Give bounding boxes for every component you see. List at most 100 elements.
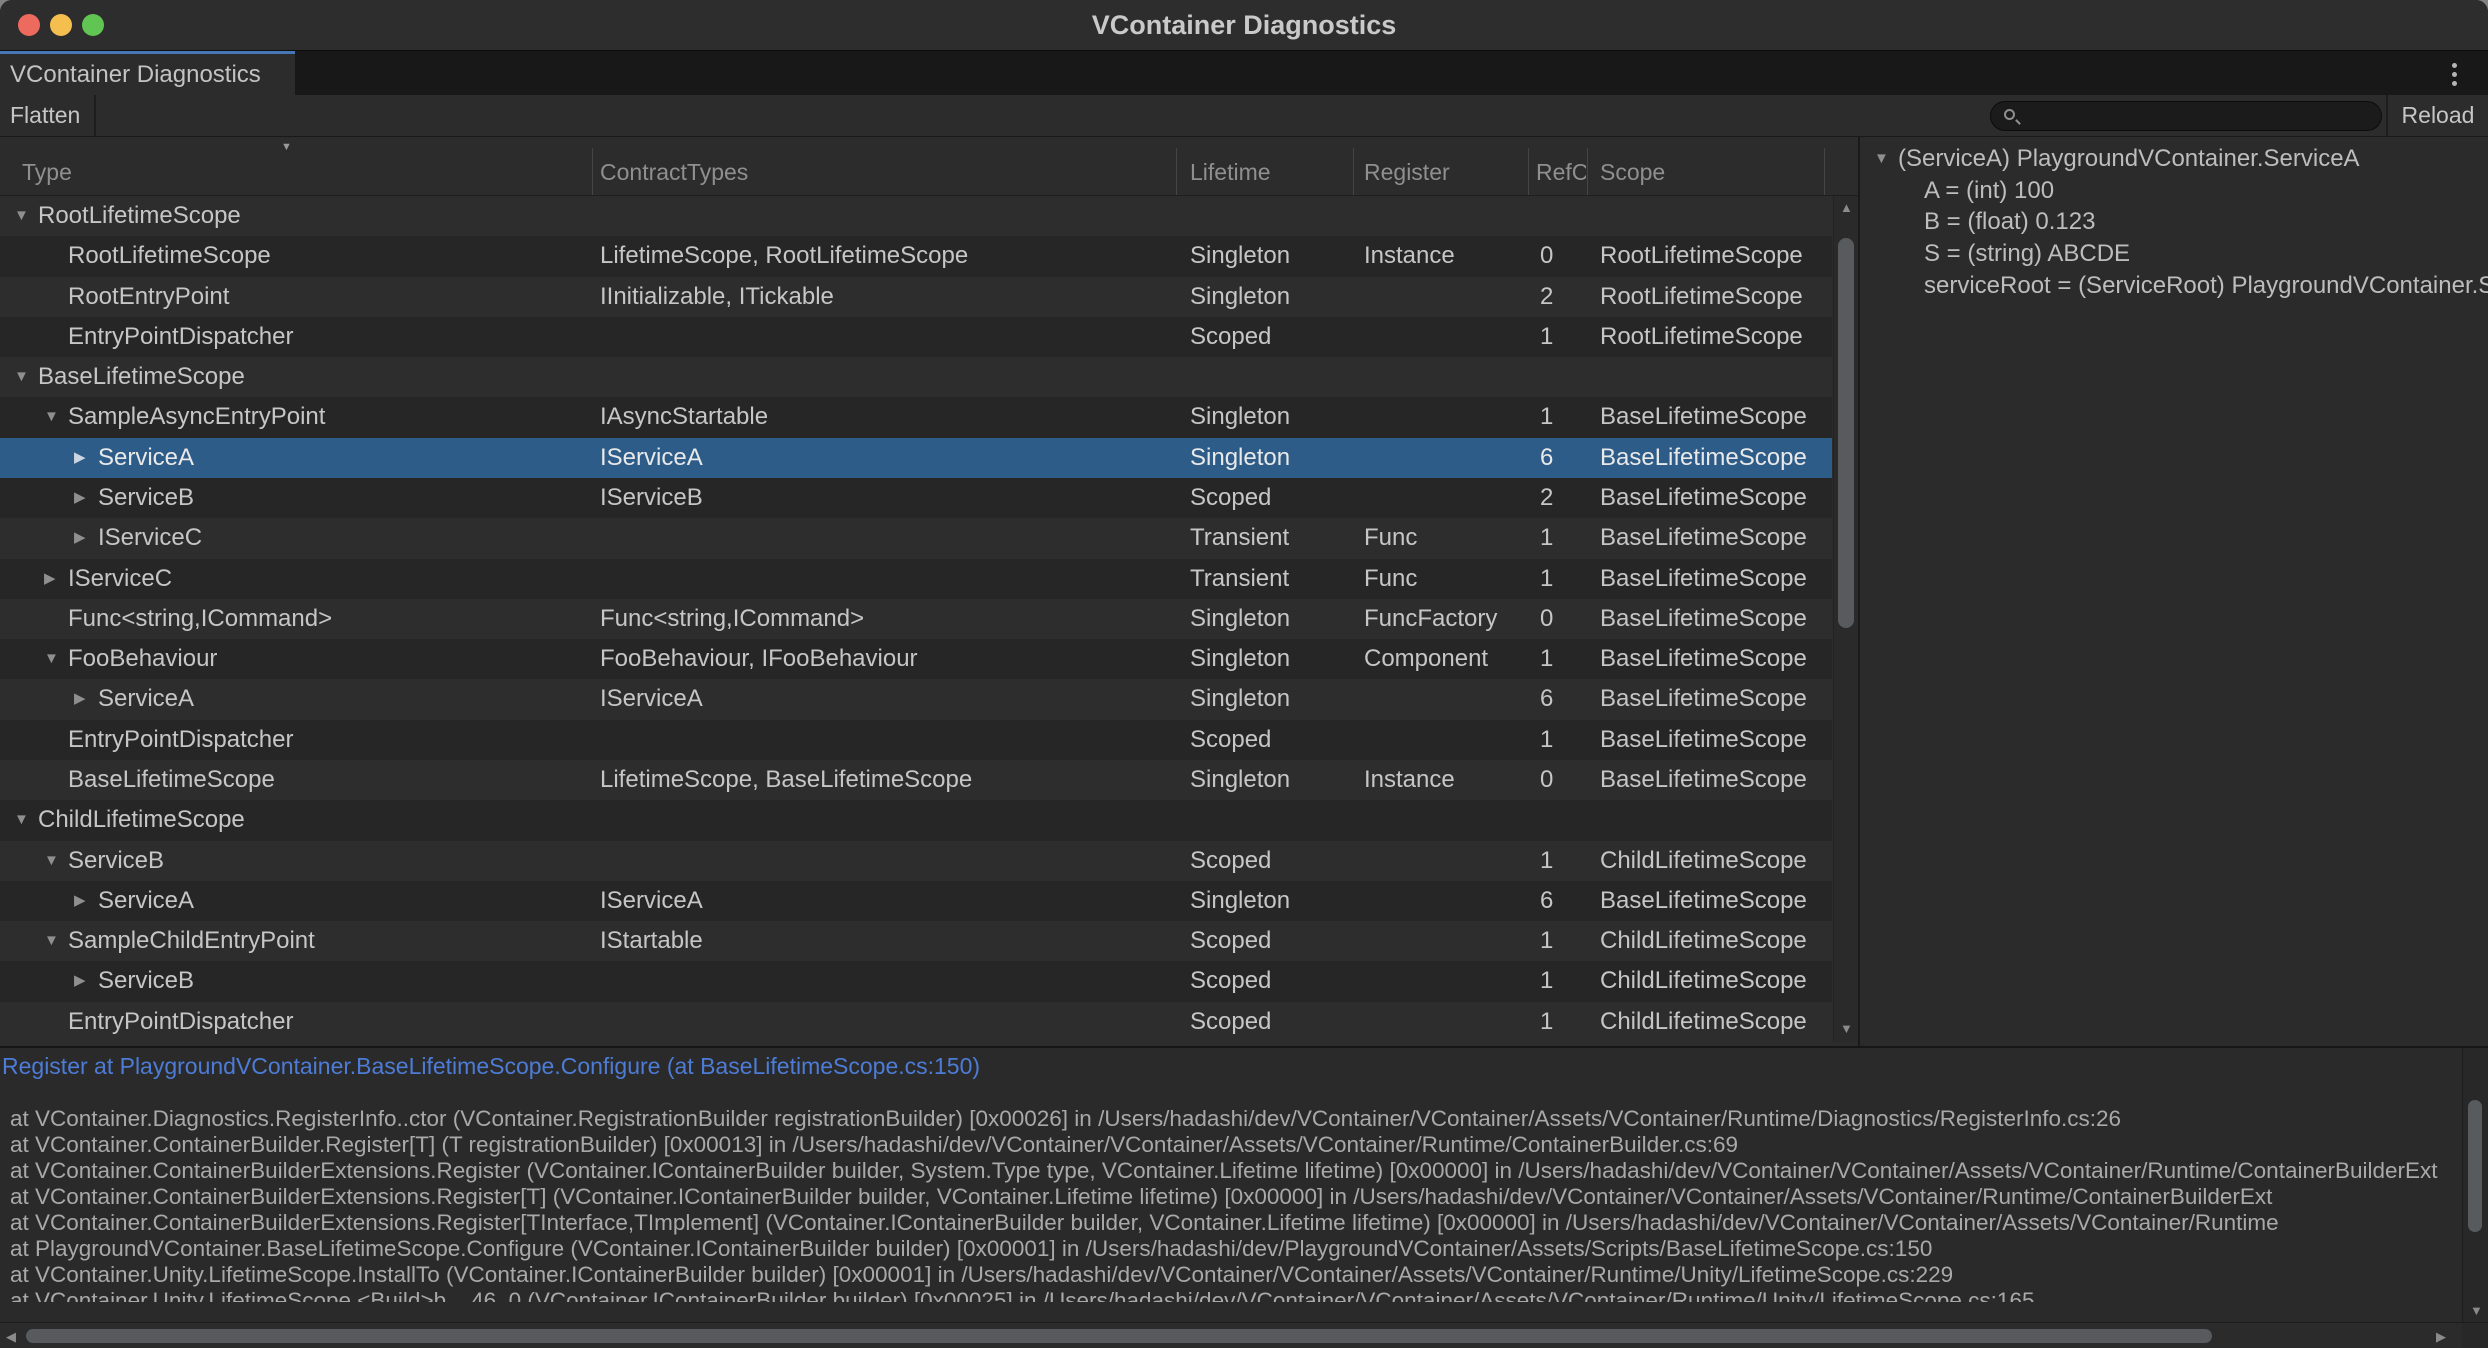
cell-scope: BaseLifetimeScope [1600,881,1830,921]
cell-scope [1600,196,1830,236]
cell-scope: BaseLifetimeScope [1600,397,1830,437]
foldout-closed-icon[interactable]: ▶ [74,679,86,719]
column-divider[interactable] [1528,148,1529,195]
tree-vertical-scrollbar[interactable]: ▲ ▼ [1833,196,1858,1042]
tree-row[interactable]: ▼FooBehaviourFooBehaviour, IFooBehaviour… [0,639,1832,679]
tree-row[interactable]: ▼ServiceBScoped1ChildLifetimeScope [0,841,1832,881]
more-menu-icon[interactable] [2444,60,2464,88]
tree-row[interactable]: RootEntryPointIInitializable, ITickableS… [0,277,1832,317]
search-field[interactable] [1990,101,2382,131]
column-header-refcount[interactable]: RefCount [1536,159,1586,186]
foldout-closed-icon[interactable]: ▶ [74,881,86,921]
cell-refcount: 1 [1540,961,1586,1001]
cell-type: ServiceB [68,841,592,881]
foldout-open-icon[interactable]: ▼ [14,800,29,840]
foldout-closed-icon[interactable]: ▶ [44,559,56,599]
cell-contracts [600,800,1174,840]
stacktrace-line: at VContainer.Unity.LifetimeScope.<Build… [10,1288,2458,1302]
cell-type: ChildLifetimeScope [38,800,592,840]
tree-row[interactable]: ▼SampleChildEntryPointIStartableScoped1C… [0,921,1832,961]
scroll-left-icon[interactable]: ◀ [6,1330,16,1343]
stack-hscrollbar-thumb[interactable] [26,1329,2212,1343]
cell-register [1364,196,1526,236]
column-divider[interactable] [1587,148,1588,195]
column-divider[interactable] [1176,148,1177,195]
reload-button[interactable]: Reload [2386,95,2488,136]
column-header-lifetime[interactable]: Lifetime [1190,159,1271,186]
tree-row[interactable]: ▶ServiceAIServiceASingleton6BaseLifetime… [0,438,1832,478]
cell-lifetime: Singleton [1190,760,1352,800]
cell-contracts: IServiceA [600,438,1174,478]
stacktrace-line: at VContainer.Unity.LifetimeScope.Instal… [10,1262,2458,1288]
tree-row[interactable]: ▼SampleAsyncEntryPointIAsyncStartableSin… [0,397,1832,437]
flatten-button[interactable]: Flatten [0,95,90,136]
scroll-down-icon[interactable]: ▼ [1840,1022,1853,1035]
foldout-open-icon[interactable]: ▼ [44,841,59,881]
cell-type: SampleAsyncEntryPoint [68,397,592,437]
tree-row[interactable]: EntryPointDispatcherScoped1ChildLifetime… [0,1002,1832,1042]
tree-row[interactable]: EntryPointDispatcherScoped1RootLifetimeS… [0,317,1832,357]
cell-refcount: 1 [1540,841,1586,881]
tree-row[interactable]: ▼ChildLifetimeScope [0,800,1832,840]
foldout-closed-icon[interactable]: ▶ [74,478,86,518]
tree-row[interactable]: ▼BaseLifetimeScope [0,357,1832,397]
scroll-up-icon[interactable]: ▲ [1840,201,1853,214]
scrollbar-corner [2462,1322,2488,1348]
tree-row[interactable]: ▶IServiceCTransientFunc1BaseLifetimeScop… [0,518,1832,558]
foldout-closed-icon[interactable]: ▶ [74,961,86,1001]
column-header-type[interactable]: Type [22,159,72,186]
vcontainer-diagnostics-window: VContainer Diagnostics VContainer Diagno… [0,0,2488,1348]
stack-horizontal-scrollbar[interactable]: ◀ ▶ [0,1322,2462,1348]
column-header-scope[interactable]: Scope [1600,159,1665,186]
scroll-down-icon[interactable]: ▼ [2470,1304,2483,1317]
foldout-open-icon[interactable]: ▼ [14,357,29,397]
foldout-open-icon[interactable]: ▼ [1874,143,1889,175]
tree-row[interactable]: ▼RootLifetimeScope [0,196,1832,236]
foldout-open-icon[interactable]: ▼ [44,397,59,437]
foldout-closed-icon[interactable]: ▶ [74,518,86,558]
tree-row[interactable]: EntryPointDispatcherScoped1BaseLifetimeS… [0,720,1832,760]
tree-row[interactable]: ▶ServiceAIServiceASingleton6BaseLifetime… [0,679,1832,719]
cell-scope: BaseLifetimeScope [1600,518,1830,558]
inspector-content: ▼ (ServiceA) PlaygroundVContainer.Servic… [1860,143,2488,301]
tab-vcontainer-diagnostics[interactable]: VContainer Diagnostics [0,51,295,96]
tree-scrollbar-thumb[interactable] [1838,238,1854,628]
scroll-right-icon[interactable]: ▶ [2436,1330,2446,1343]
foldout-open-icon[interactable]: ▼ [14,196,29,236]
register-location-link[interactable]: Register at PlaygroundVContainer.BaseLif… [2,1052,980,1080]
foldout-closed-icon[interactable]: ▶ [74,438,86,478]
cell-register: Instance [1364,236,1526,276]
stack-vertical-scrollbar[interactable]: ▼ [2462,1048,2488,1322]
tree-row[interactable]: Func<string,ICommand>Func<string,IComman… [0,599,1832,639]
tree-row[interactable]: ▶ServiceBScoped1ChildLifetimeScope [0,961,1832,1001]
cell-refcount: 1 [1540,559,1586,599]
tree-row[interactable]: ▶ServiceBIServiceBScoped2BaseLifetimeSco… [0,478,1832,518]
column-divider[interactable] [1353,148,1354,195]
cell-contracts: IInitializable, ITickable [600,277,1174,317]
cell-contracts: LifetimeScope, RootLifetimeScope [600,236,1174,276]
cell-scope: BaseLifetimeScope [1600,720,1830,760]
inspector-title-row[interactable]: ▼ (ServiceA) PlaygroundVContainer.Servic… [1860,143,2488,175]
column-divider[interactable] [1824,148,1825,195]
cell-contracts: IServiceA [600,679,1174,719]
foldout-open-icon[interactable]: ▼ [44,921,59,961]
cell-lifetime: Scoped [1190,961,1352,1001]
column-divider[interactable] [592,148,593,195]
cell-register [1364,1002,1526,1042]
cell-refcount: 1 [1540,518,1586,558]
cell-contracts [600,357,1174,397]
foldout-open-icon[interactable]: ▼ [44,639,59,679]
tree-row[interactable]: RootLifetimeScopeLifetimeScope, RootLife… [0,236,1832,276]
cell-contracts: FooBehaviour, IFooBehaviour [600,639,1174,679]
tab-bar: VContainer Diagnostics [0,50,2488,95]
search-input[interactable] [2031,103,2371,129]
stack-scrollbar-thumb[interactable] [2468,1100,2482,1232]
column-header-contracttypes[interactable]: ContractTypes [600,159,748,186]
tree-row[interactable]: BaseLifetimeScopeLifetimeScope, BaseLife… [0,760,1832,800]
tree-row[interactable]: ▶IServiceCTransientFunc1BaseLifetimeScop… [0,559,1832,599]
cell-lifetime: Singleton [1190,277,1352,317]
tree-row[interactable]: ▶ServiceAIServiceASingleton6BaseLifetime… [0,881,1832,921]
column-header-register[interactable]: Register [1364,159,1450,186]
cell-type: EntryPointDispatcher [68,720,592,760]
toolbar-separator [94,95,96,136]
